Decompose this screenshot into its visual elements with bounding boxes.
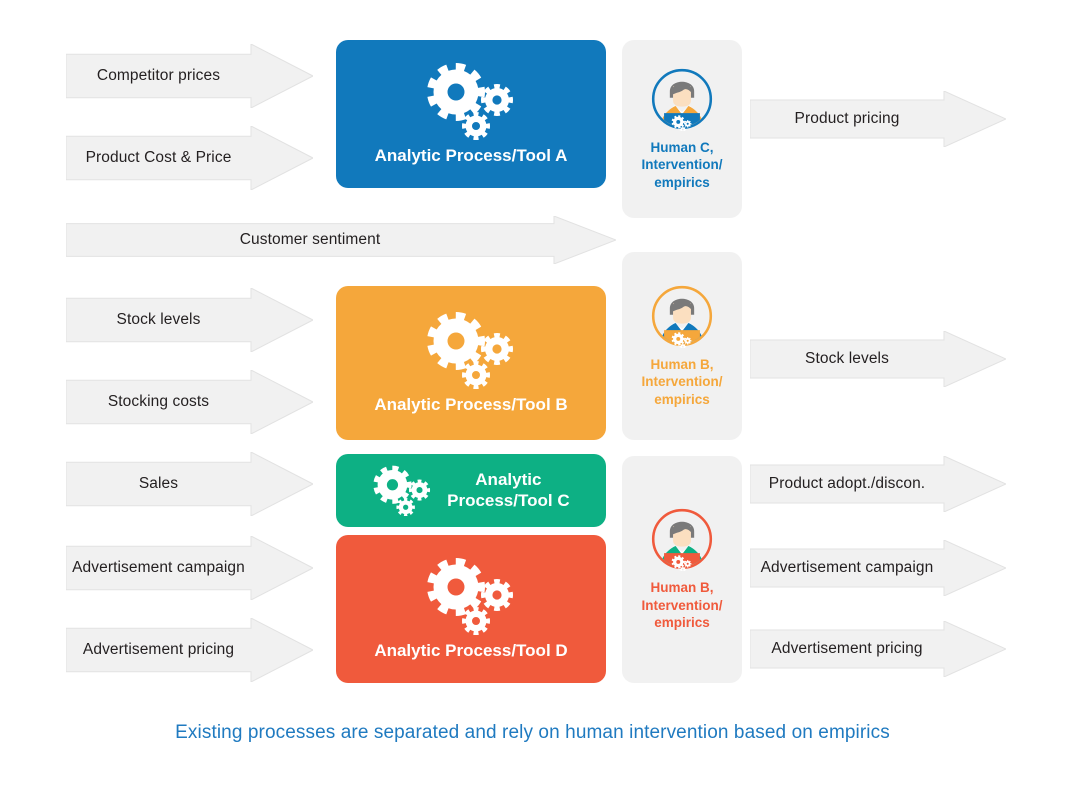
human-avatar-icon: [651, 509, 713, 572]
gears-icon: [427, 311, 514, 389]
gears-icon: [427, 557, 514, 635]
arrow-label-stock-levels-in: Stock levels: [116, 311, 201, 328]
gears-icon: [373, 465, 431, 517]
tool-label-tool-c: Analytic Process/Tool C: [447, 469, 570, 510]
diagram-caption: Existing processes are separated and rel…: [175, 722, 890, 743]
arrow-label-advertisement-campaign-out: Advertisement campaign: [760, 559, 934, 576]
arrow-advertisement-pricing-out: Advertisement pricing: [750, 621, 1006, 677]
diagram-canvas: Competitor prices Product Cost & Price Cus…: [0, 0, 1065, 785]
human-panel-human-c[interactable]: Human C, Intervention/ empirics: [622, 40, 742, 218]
arrow-stock-levels-in: Stock levels: [66, 288, 313, 352]
tool-label-tool-b: Analytic Process/Tool B: [374, 394, 568, 414]
arrow-advertisement-campaign-in: Advertisement campaign: [66, 536, 313, 600]
arrow-label-sales: Sales: [138, 475, 179, 492]
arrow-label-advertisement-pricing-out: Advertisement pricing: [771, 640, 923, 657]
arrow-customer-sentiment: Customer sentiment: [66, 216, 616, 264]
human-avatar-icon: [651, 285, 713, 348]
human-panel-human-b-mid[interactable]: Human B, Intervention/ empirics: [622, 252, 742, 440]
arrow-sales: Sales: [66, 452, 313, 516]
arrow-label-customer-sentiment: Customer sentiment: [239, 231, 381, 248]
human-label-human-c: Human C, Intervention/ empirics: [641, 139, 723, 190]
arrow-product-pricing: Product pricing: [750, 91, 1006, 147]
tool-box-tool-d[interactable]: Analytic Process/Tool D: [336, 535, 606, 683]
arrow-competitor-prices: Competitor prices: [66, 44, 313, 108]
arrow-stocking-costs: Stocking costs: [66, 370, 313, 434]
tool-label-tool-a: Analytic Process/Tool A: [374, 145, 568, 165]
arrow-label-product-cost-price: Product Cost & Price: [85, 149, 232, 166]
human-avatar-icon: [651, 68, 713, 131]
human-label-human-b-low: Human B, Intervention/ empirics: [641, 580, 723, 631]
arrow-stock-levels-out: Stock levels: [750, 331, 1006, 387]
human-label-human-b-mid: Human B, Intervention/ empirics: [641, 356, 723, 407]
arrow-label-product-pricing: Product pricing: [794, 110, 900, 127]
human-panel-human-b-low[interactable]: Human B, Intervention/ empirics: [622, 456, 742, 683]
tool-box-tool-a[interactable]: Analytic Process/Tool A: [336, 40, 606, 188]
arrow-product-cost-price: Product Cost & Price: [66, 126, 313, 190]
arrow-label-stocking-costs: Stocking costs: [107, 393, 210, 410]
arrow-label-stock-levels-out: Stock levels: [805, 350, 889, 367]
arrow-label-product-adopt-discon: Product adopt./discon.: [768, 475, 926, 492]
tool-label-tool-d: Analytic Process/Tool D: [374, 640, 568, 660]
tool-box-tool-b[interactable]: Analytic Process/Tool B: [336, 286, 606, 440]
gears-icon: [427, 62, 514, 140]
arrow-label-competitor-prices: Competitor prices: [96, 67, 221, 84]
arrow-product-adopt-discon: Product adopt./discon.: [750, 456, 1006, 512]
arrow-advertisement-campaign-out: Advertisement campaign: [750, 540, 1006, 596]
arrow-label-advertisement-campaign-in: Advertisement campaign: [72, 559, 245, 576]
tool-box-tool-c[interactable]: Analytic Process/Tool C: [336, 454, 606, 527]
arrow-label-advertisement-pricing-in: Advertisement pricing: [82, 641, 235, 658]
arrow-advertisement-pricing-in: Advertisement pricing: [66, 618, 313, 682]
